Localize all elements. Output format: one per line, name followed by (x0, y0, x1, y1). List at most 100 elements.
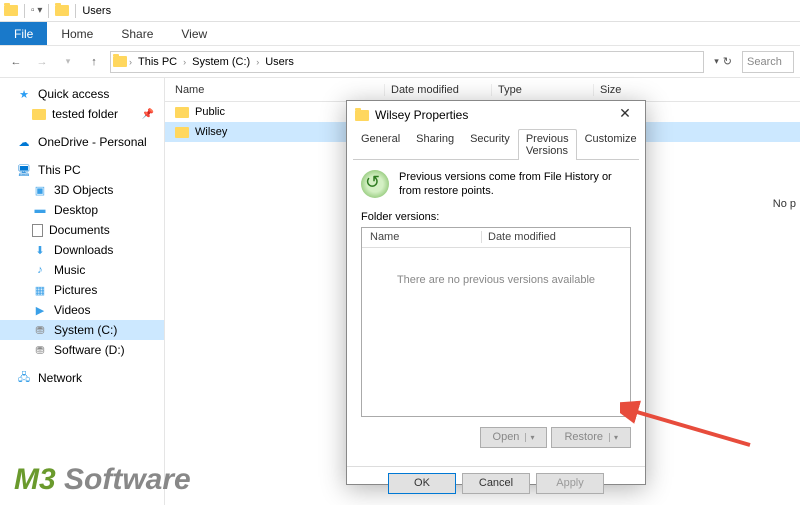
label: Downloads (54, 243, 113, 257)
back-button[interactable]: ← (6, 52, 26, 72)
sidebar-network[interactable]: 🖧Network (0, 368, 164, 388)
dialog-footer: OK Cancel Apply (347, 466, 645, 500)
folder-versions-label: Folder versions: (361, 211, 631, 223)
sidebar-3d-objects[interactable]: ▣ 3D Objects (0, 180, 164, 200)
tab-sharing[interactable]: Sharing (408, 129, 462, 160)
restore-button[interactable]: Restore (551, 427, 631, 448)
star-icon: ★ (16, 87, 32, 101)
titlebar: ▫ ▾ Users (0, 0, 800, 22)
sidebar-item-tested-folder[interactable]: tested folder📌 (0, 104, 164, 124)
column-headers[interactable]: Name Date modified Type Size (165, 78, 800, 102)
drive-icon: ⛃ (32, 343, 48, 357)
folder-icon (175, 127, 189, 138)
column-size[interactable]: Size (594, 84, 664, 96)
file-tab[interactable]: File (0, 22, 47, 45)
col-date[interactable]: Date modified (482, 231, 630, 243)
col-name[interactable]: Name (362, 231, 482, 243)
home-tab[interactable]: Home (47, 22, 107, 45)
ribbon-tabs: File Home Share View (0, 22, 800, 46)
tab-security[interactable]: Security (462, 129, 518, 160)
chevron-right-icon[interactable]: › (183, 57, 186, 67)
recent-dropdown[interactable]: ▾ (58, 52, 78, 72)
column-type[interactable]: Type (492, 84, 594, 96)
empty-message: There are no previous versions available (362, 248, 630, 286)
watermark-logo: M3 Software (14, 463, 191, 497)
download-icon: ⬇ (32, 243, 48, 257)
sidebar-this-pc[interactable]: 🖥 This PC (0, 160, 164, 180)
preview-message: No p (773, 198, 796, 210)
sidebar-downloads[interactable]: ⬇ Downloads (0, 240, 164, 260)
qa-toggle-icon[interactable]: ▫ ▾ (31, 5, 42, 16)
chevron-right-icon[interactable]: › (256, 57, 259, 67)
sidebar-videos[interactable]: ▶ Videos (0, 300, 164, 320)
label: System (C:) (54, 323, 117, 337)
sidebar-onedrive[interactable]: ☁OneDrive - Personal (0, 132, 164, 152)
logo-m3: M3 (14, 463, 56, 496)
logo-software: Software (56, 463, 191, 496)
sidebar-documents[interactable]: Documents (0, 220, 164, 240)
sidebar-music[interactable]: ♪ Music (0, 260, 164, 280)
sidebar-software-d[interactable]: ⛃ Software (D:) (0, 340, 164, 360)
forward-button[interactable]: → (32, 52, 52, 72)
restore-icon (361, 170, 389, 198)
label: Quick access (38, 87, 109, 101)
folder-icon (175, 107, 189, 118)
dialog-body: Previous versions come from File History… (347, 160, 645, 466)
label: Documents (49, 223, 110, 237)
folder-icon (55, 5, 69, 16)
dialog-titlebar[interactable]: Wilsey Properties ✕ (347, 101, 645, 129)
monitor-icon: 🖥 (16, 163, 32, 177)
view-tab[interactable]: View (167, 22, 221, 45)
versions-list[interactable]: Name Date modified There are no previous… (361, 227, 631, 417)
label: Desktop (54, 203, 98, 217)
desktop-icon: ▬ (32, 203, 48, 217)
separator (75, 4, 76, 18)
document-icon (32, 224, 43, 237)
separator (48, 4, 49, 18)
label: Videos (54, 303, 90, 317)
dropdown-icon[interactable]: ▾ (714, 56, 719, 67)
label: Music (54, 263, 85, 277)
apply-button[interactable]: Apply (536, 473, 604, 494)
label: Software (D:) (54, 343, 125, 357)
breadcrumb[interactable]: System (C:) (188, 54, 254, 70)
open-button[interactable]: Open (480, 427, 548, 448)
chevron-right-icon[interactable]: › (129, 57, 132, 67)
cloud-icon: ☁ (16, 135, 32, 149)
breadcrumb[interactable]: Users (261, 54, 298, 70)
share-tab[interactable]: Share (107, 22, 167, 45)
ok-button[interactable]: OK (388, 473, 456, 494)
video-icon: ▶ (32, 303, 48, 317)
column-name[interactable]: Name (165, 84, 385, 96)
folder-icon (32, 109, 46, 120)
column-date[interactable]: Date modified (385, 84, 492, 96)
tab-customize[interactable]: Customize (577, 129, 645, 160)
address-controls: ▾ ↻ (714, 55, 732, 68)
sidebar-desktop[interactable]: ▬ Desktop (0, 200, 164, 220)
label: Network (38, 371, 82, 385)
sidebar-pictures[interactable]: ▦ Pictures (0, 280, 164, 300)
window-title: Users (82, 5, 111, 17)
address-bar[interactable]: › This PC › System (C:) › Users (110, 51, 704, 73)
properties-dialog: Wilsey Properties ✕ General Sharing Secu… (346, 100, 646, 485)
close-button[interactable]: ✕ (611, 105, 639, 122)
up-button[interactable]: ↑ (84, 52, 104, 72)
image-icon: ▦ (32, 283, 48, 297)
nav-sidebar: ★ Quick access tested folder📌 ☁OneDrive -… (0, 78, 165, 505)
sidebar-quick-access[interactable]: ★ Quick access (0, 84, 164, 104)
cube-icon: ▣ (32, 183, 48, 197)
pin-icon: 📌 (142, 109, 154, 120)
label: 3D Objects (54, 183, 113, 197)
label: This PC (38, 163, 81, 177)
label: Pictures (54, 283, 97, 297)
tab-previous-versions[interactable]: Previous Versions (518, 129, 577, 160)
breadcrumb[interactable]: This PC (134, 54, 181, 70)
search-input[interactable]: Search (742, 51, 794, 73)
sidebar-system-c[interactable]: ⛃System (C:) (0, 320, 164, 340)
folder-icon (4, 5, 18, 16)
music-icon: ♪ (32, 263, 48, 277)
tab-general[interactable]: General (353, 129, 408, 160)
refresh-icon[interactable]: ↻ (723, 55, 732, 68)
info-text: Previous versions come from File History… (399, 170, 631, 199)
cancel-button[interactable]: Cancel (462, 473, 530, 494)
